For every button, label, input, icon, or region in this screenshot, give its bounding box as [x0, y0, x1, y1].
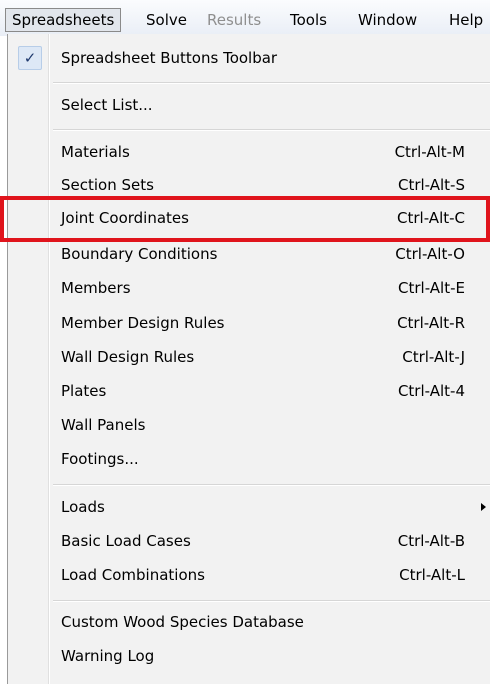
menu-item-wall-panels[interactable]: Wall Panels: [10, 409, 490, 441]
menu-item-label: Wall Panels: [61, 416, 146, 434]
menu-item-label: Basic Load Cases: [61, 532, 191, 550]
menu-item-boundary-conditions[interactable]: Boundary Conditions Ctrl-Alt-O: [10, 238, 490, 270]
menu-spreadsheets[interactable]: Spreadsheets: [5, 8, 122, 32]
spreadsheets-dropdown-menu: ✓ Spreadsheet Buttons Toolbar Select Lis…: [7, 34, 490, 684]
menu-item-label: Wall Design Rules: [61, 348, 195, 366]
menu-item-label: Footings...: [61, 450, 139, 468]
menu-item-label: Spreadsheet Buttons Toolbar: [61, 49, 278, 67]
menu-item-warning-log[interactable]: Warning Log: [10, 640, 490, 672]
menu-separator: [53, 82, 490, 84]
menu-help[interactable]: Help: [449, 9, 483, 31]
menu-item-select-list[interactable]: Select List...: [10, 89, 490, 121]
menu-item-basic-load-cases[interactable]: Basic Load Cases Ctrl-Alt-B: [10, 525, 490, 557]
menu-item-shortcut: Ctrl-Alt-R: [397, 314, 465, 332]
menu-item-members[interactable]: Members Ctrl-Alt-E: [10, 272, 490, 304]
menu-item-label: Members: [61, 279, 131, 297]
checkmark-icon: ✓: [18, 46, 42, 70]
menu-item-shortcut: Ctrl-Alt-M: [394, 143, 465, 161]
menu-item-footings[interactable]: Footings...: [10, 443, 490, 475]
menu-item-shortcut: Ctrl-Alt-L: [399, 566, 465, 584]
menu-item-label: Warning Log: [61, 647, 155, 665]
menu-item-load-combinations[interactable]: Load Combinations Ctrl-Alt-L: [10, 559, 490, 591]
menu-item-label: Select List...: [61, 96, 153, 114]
menu-item-spreadsheet-buttons-toolbar[interactable]: ✓ Spreadsheet Buttons Toolbar: [10, 42, 490, 74]
highlight-box: [0, 196, 490, 242]
menu-tools[interactable]: Tools: [290, 9, 327, 31]
menu-item-label: Custom Wood Species Database: [61, 613, 304, 631]
menu-item-label: Load Combinations: [61, 566, 205, 584]
menu-item-label: Boundary Conditions: [61, 245, 218, 263]
menu-item-wall-design-rules[interactable]: Wall Design Rules Ctrl-Alt-J: [10, 341, 490, 373]
menu-item-label: Materials: [61, 143, 130, 161]
menu-results: Results: [207, 11, 262, 29]
submenu-arrow-icon: [481, 503, 486, 511]
menu-separator: [53, 129, 490, 131]
menu-item-shortcut: Ctrl-Alt-J: [402, 348, 465, 366]
menu-item-label: Plates: [61, 382, 107, 400]
menu-item-loads[interactable]: Loads: [10, 491, 490, 523]
menu-separator: [53, 484, 490, 486]
menu-separator: [53, 600, 490, 602]
menu-item-member-design-rules[interactable]: Member Design Rules Ctrl-Alt-R: [10, 307, 490, 339]
menu-item-materials[interactable]: Materials Ctrl-Alt-M: [10, 136, 490, 168]
menu-item-label: Loads: [61, 498, 105, 516]
menu-item-plates[interactable]: Plates Ctrl-Alt-4: [10, 375, 490, 407]
menu-window[interactable]: Window: [358, 9, 417, 31]
menu-bar: Spreadsheets Solve Results Tools Window …: [0, 0, 490, 36]
menu-item-shortcut: Ctrl-Alt-E: [398, 279, 465, 297]
menu-item-custom-wood-species-database[interactable]: Custom Wood Species Database: [10, 606, 490, 638]
menu-item-shortcut: Ctrl-Alt-B: [397, 532, 465, 550]
menu-item-label: Member Design Rules: [61, 314, 225, 332]
menu-solve[interactable]: Solve: [146, 9, 187, 31]
menu-item-shortcut: Ctrl-Alt-O: [395, 245, 465, 263]
menu-item-shortcut: Ctrl-Alt-4: [397, 382, 465, 400]
